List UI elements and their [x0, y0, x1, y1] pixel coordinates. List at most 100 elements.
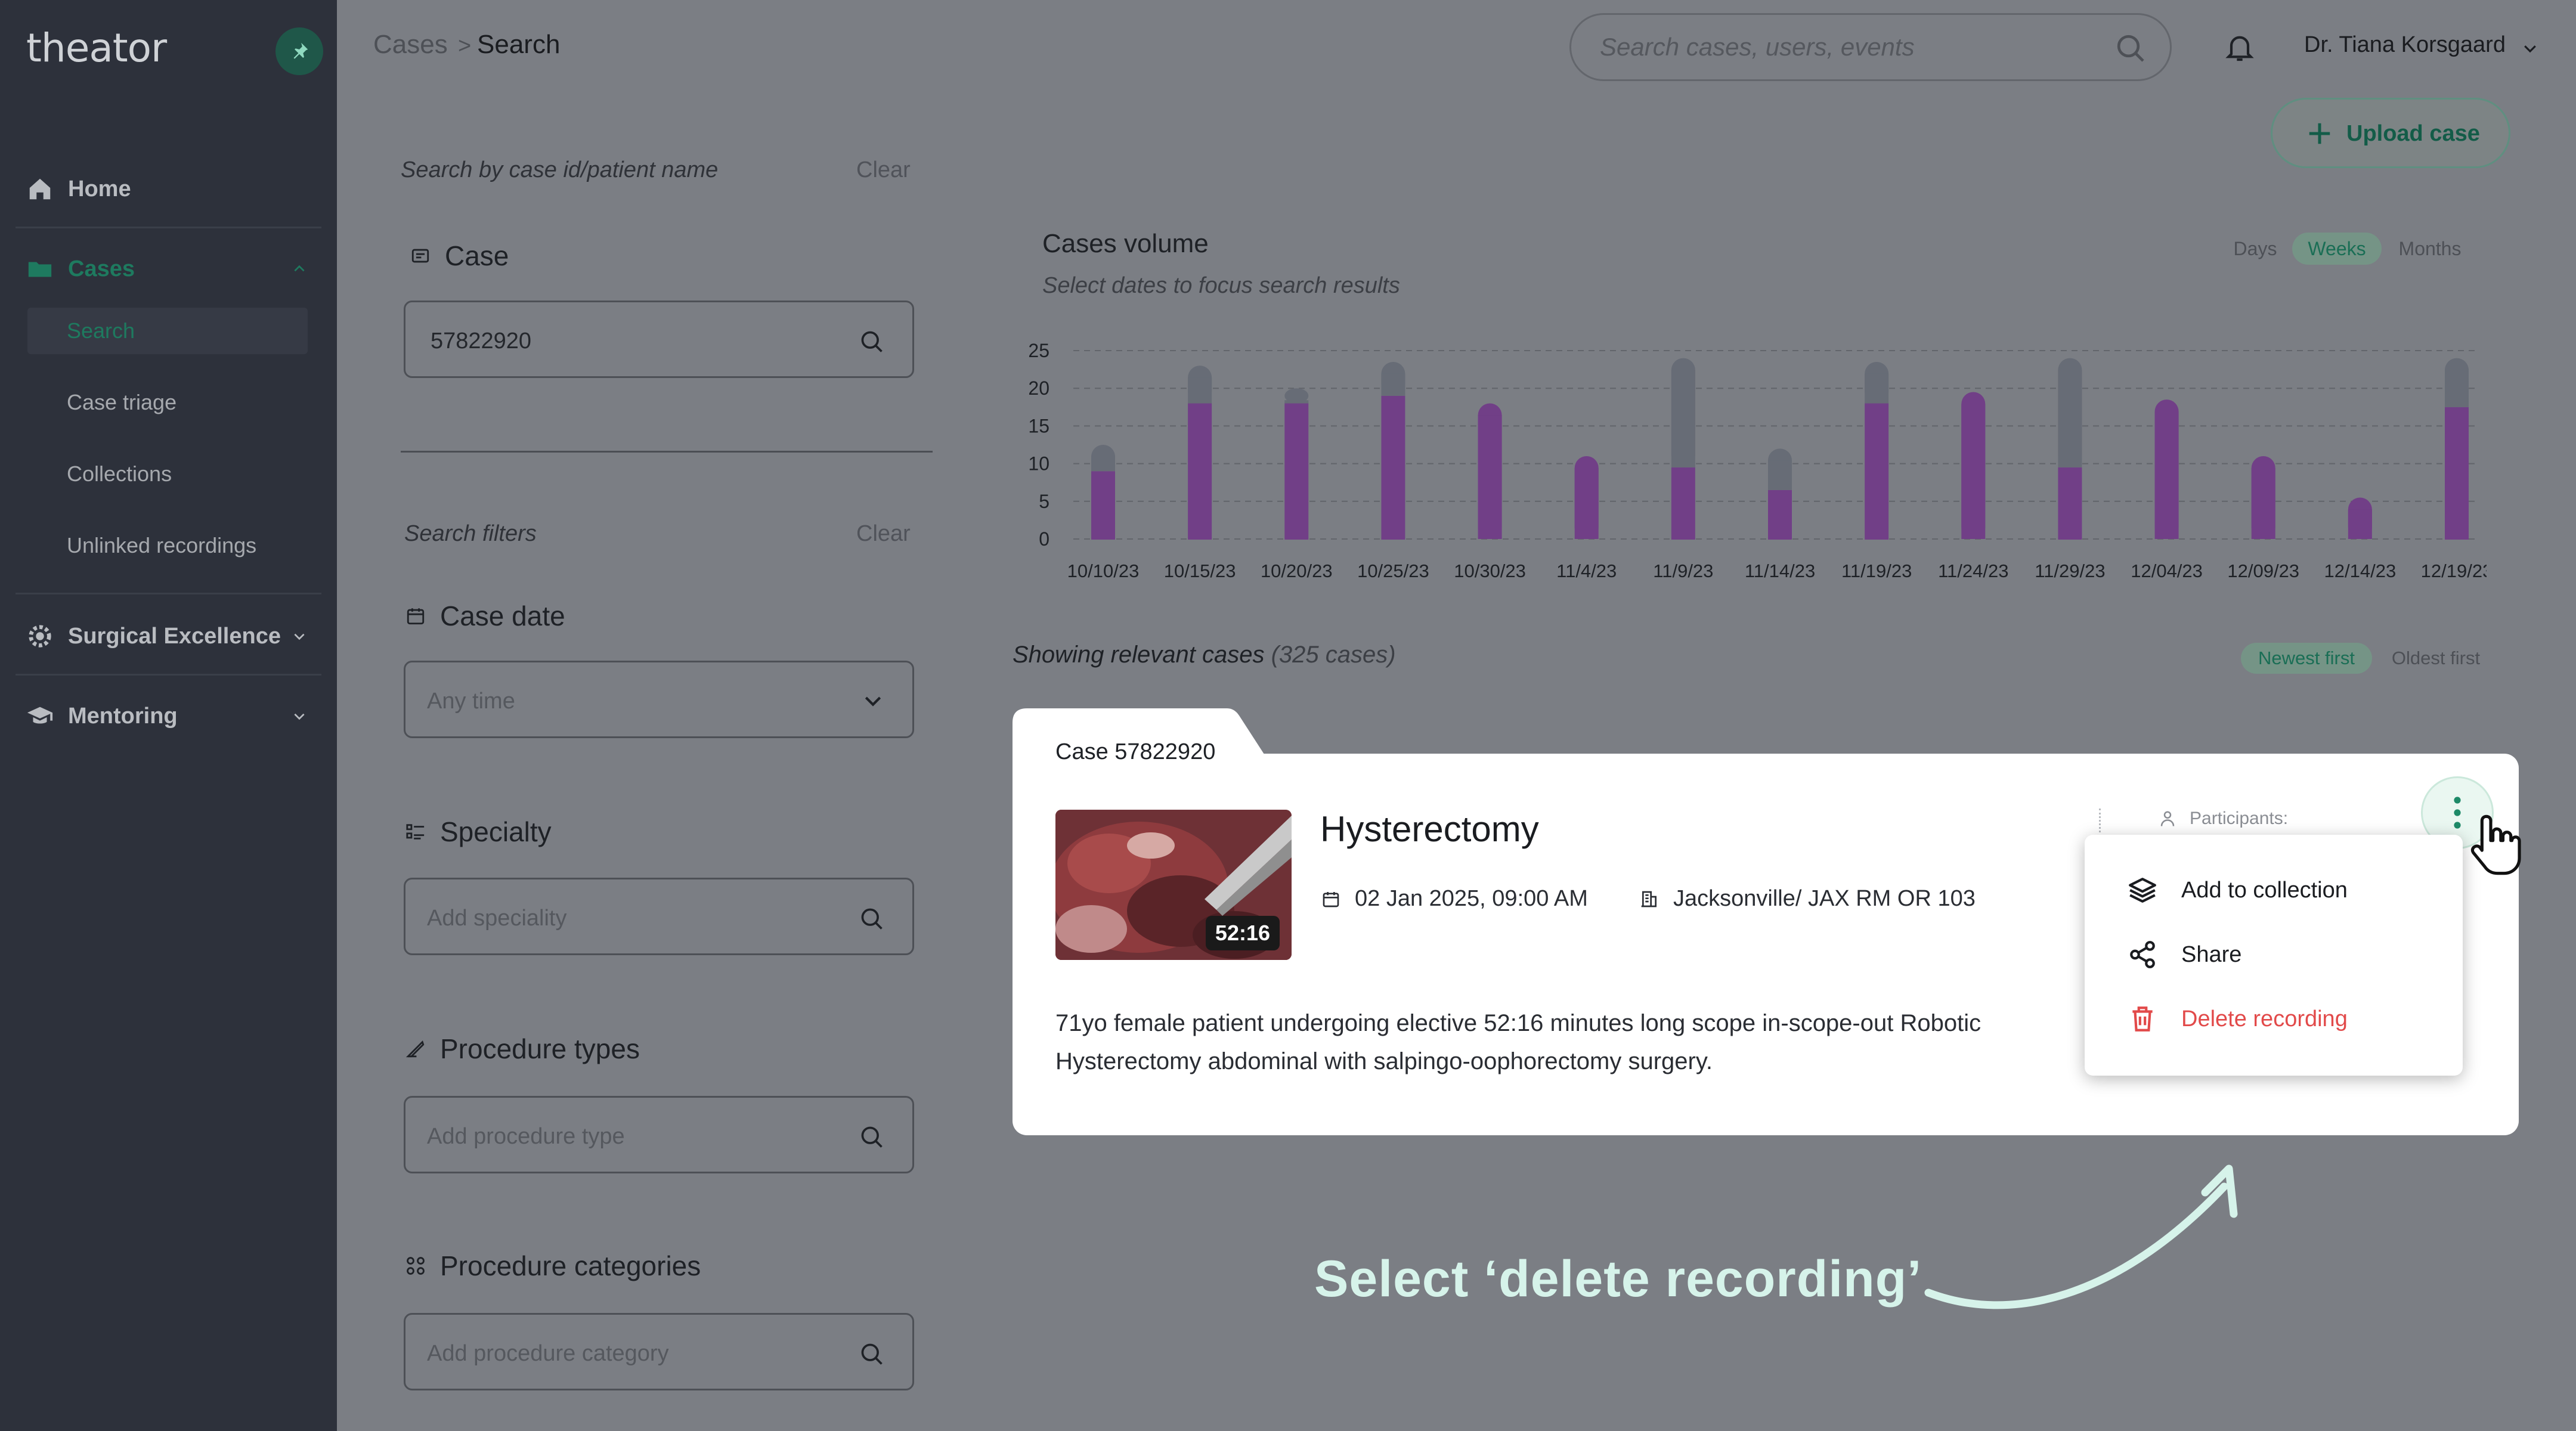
search-icon[interactable]	[859, 1124, 885, 1150]
list-icon	[406, 824, 425, 840]
sidebar-item-unlinked-recordings[interactable]: Unlinked recordings	[67, 533, 256, 558]
chart-bar	[1865, 403, 1889, 540]
gear-icon	[29, 625, 51, 648]
cases-volume-chart[interactable]: 0 5 10 15 20 25 10/10/23 10/15/23 10/20/23 10/25/…	[1008, 322, 2487, 596]
divider	[2099, 809, 2103, 832]
y-tick-label: 5	[1039, 491, 1049, 512]
procedure-category-input[interactable]: Add procedure category	[404, 1313, 914, 1390]
x-tick-label: 10/10/23	[1067, 560, 1140, 581]
chart-bar-segment	[2251, 467, 2275, 539]
calendar-icon	[407, 608, 425, 625]
divider	[16, 674, 321, 676]
sort-newest-first[interactable]: Newest first	[2241, 643, 2372, 674]
search-icon[interactable]	[859, 329, 885, 355]
clear-filters-button[interactable]: Clear	[856, 521, 911, 547]
procedure-categories-text: Procedure categories	[440, 1250, 701, 1281]
divider	[401, 451, 933, 453]
user-menu[interactable]: Dr. Tiana Korsgaard	[2304, 32, 2506, 58]
x-tick-label: 11/9/23	[1653, 560, 1713, 581]
chart-bar-segment	[2154, 411, 2179, 539]
bell-icon[interactable]	[2223, 30, 2256, 64]
case-id-value: 57822920	[431, 329, 532, 354]
annotation-arrow-icon	[1924, 1164, 2238, 1309]
toggle-days[interactable]: Days	[2218, 233, 2292, 265]
search-section-label: Search by case id/patient name	[401, 157, 719, 182]
search-icon[interactable]	[859, 906, 885, 932]
sidebar-subitem-label: Search	[67, 318, 135, 343]
chart-subtitle: Select dates to focus search results	[1042, 273, 1400, 298]
graduation-cap-icon	[27, 707, 53, 724]
sidebar-item-collections[interactable]: Collections	[67, 461, 172, 487]
home-icon	[29, 178, 51, 200]
y-tick-label: 10	[1028, 453, 1049, 475]
case-id-input[interactable]: 57822920	[404, 301, 914, 378]
clear-search-button[interactable]: Clear	[856, 157, 911, 183]
breadcrumb-search: Search	[477, 30, 561, 59]
chart-bar	[1188, 403, 1212, 540]
x-tick-label: 10/15/23	[1164, 560, 1236, 581]
chevron-down-icon[interactable]	[861, 689, 885, 713]
procedure-types-text: Procedure types	[440, 1033, 640, 1064]
search-icon[interactable]	[2114, 32, 2147, 65]
user-name: Dr. Tiana Korsgaard	[2304, 32, 2506, 57]
trash-icon	[2132, 1006, 2153, 1032]
chart-bar-segment	[2445, 370, 2469, 407]
plus-icon	[2309, 123, 2330, 144]
chart-bar-segment	[1768, 460, 1792, 490]
case-date-value: Any time	[427, 689, 515, 714]
specialty-title: Specialty	[405, 816, 552, 848]
x-tick-label: 12/14/23	[2324, 560, 2397, 581]
x-tick-label: 12/04/23	[2131, 560, 2203, 581]
sidebar-item-case-triage[interactable]: Case triage	[67, 390, 177, 415]
menu-item-share[interactable]: Share	[2128, 934, 2241, 975]
duration-badge: 52:16	[1205, 916, 1280, 950]
sidebar-item-surgical-excellence[interactable]: Surgical Excellence	[26, 615, 281, 657]
upload-case-button[interactable]: Upload case	[2271, 98, 2510, 168]
chart-bar	[2058, 467, 2082, 540]
x-tick-label: 11/4/23	[1556, 560, 1617, 581]
chart-bar	[1381, 395, 1405, 540]
sidebar-item-cases[interactable]: Cases	[26, 248, 135, 290]
sidebar-item-home[interactable]: Home	[26, 168, 131, 210]
breadcrumb-cases[interactable]: Cases	[373, 30, 448, 60]
toggle-weeks[interactable]: Weeks	[2292, 233, 2382, 265]
chevron-up-icon[interactable]	[292, 261, 307, 277]
chevron-down-icon[interactable]	[292, 628, 307, 644]
menu-item-delete-recording[interactable]: Delete recording	[2128, 998, 2348, 1040]
chart-title: Cases volume	[1042, 229, 1209, 258]
case-date-select[interactable]: Any time	[404, 661, 914, 738]
case-context-menu: Add to collection Share Delete recording	[2085, 835, 2463, 1076]
specialty-input[interactable]: Add speciality	[404, 878, 914, 955]
global-search-input[interactable]: Search cases, users, events	[1569, 13, 2172, 81]
procedure-categories-title: Procedure categories	[405, 1250, 701, 1282]
menu-item-label: Delete recording	[2181, 1006, 2348, 1032]
x-tick-label: 11/14/23	[1745, 560, 1815, 581]
chart-bar-segment	[1478, 415, 1502, 539]
sort-oldest-first[interactable]: Oldest first	[2379, 643, 2493, 674]
chevron-down-icon[interactable]	[292, 708, 307, 724]
sidebar-item-search[interactable]: Search	[27, 308, 308, 354]
chevron-down-icon[interactable]	[2521, 39, 2539, 57]
sidebar-item-mentoring[interactable]: Mentoring	[26, 695, 178, 737]
chart-bar	[1768, 490, 1792, 540]
search-icon[interactable]	[859, 1341, 885, 1367]
specialty-placeholder: Add speciality	[427, 906, 567, 931]
sidebar-item-label: Cases	[68, 256, 135, 281]
chart-bar-segment	[1574, 467, 1599, 539]
menu-item-add-to-collection[interactable]: Add to collection	[2128, 869, 2348, 911]
chart-bar-segment	[1961, 404, 1986, 539]
sidebar-item-label: Surgical Excellence	[68, 623, 281, 649]
pin-sidebar-button[interactable]	[275, 27, 323, 75]
chart-bar	[1284, 403, 1309, 540]
building-icon	[1641, 891, 1657, 907]
procedure-type-input[interactable]: Add procedure type	[404, 1096, 914, 1173]
tutorial-annotation: Select ‘delete recording’	[1314, 1250, 1922, 1308]
chart-bar-segment	[1188, 377, 1212, 404]
procedure-title[interactable]: Hysterectomy	[1320, 809, 1539, 850]
case-thumbnail[interactable]: 52:16	[1055, 810, 1292, 960]
toggle-months[interactable]: Months	[2385, 233, 2475, 265]
layers-icon	[2129, 878, 2156, 903]
chart-bar-segment	[2058, 370, 2082, 467]
y-tick-label: 20	[1028, 377, 1049, 399]
chart-bar-segment	[1865, 373, 1889, 404]
